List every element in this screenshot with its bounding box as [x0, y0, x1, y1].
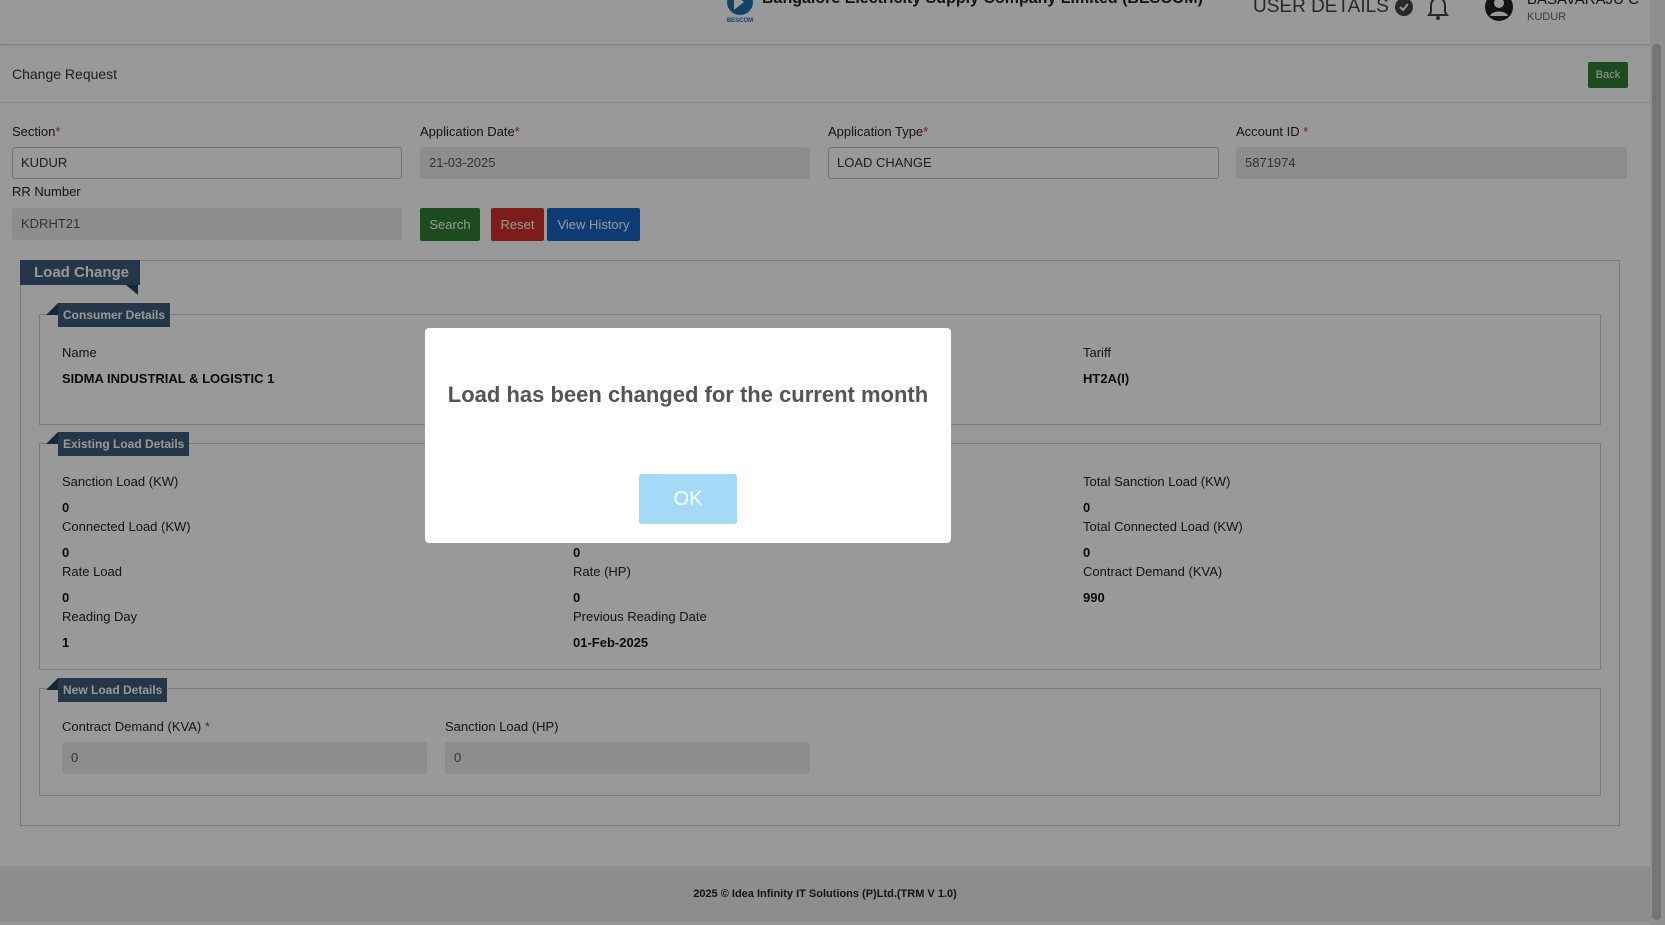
- ok-button[interactable]: OK: [639, 474, 737, 524]
- alert-message: Load has been changed for the current mo…: [447, 382, 929, 407]
- alert-dialog: Load has been changed for the current mo…: [425, 328, 951, 543]
